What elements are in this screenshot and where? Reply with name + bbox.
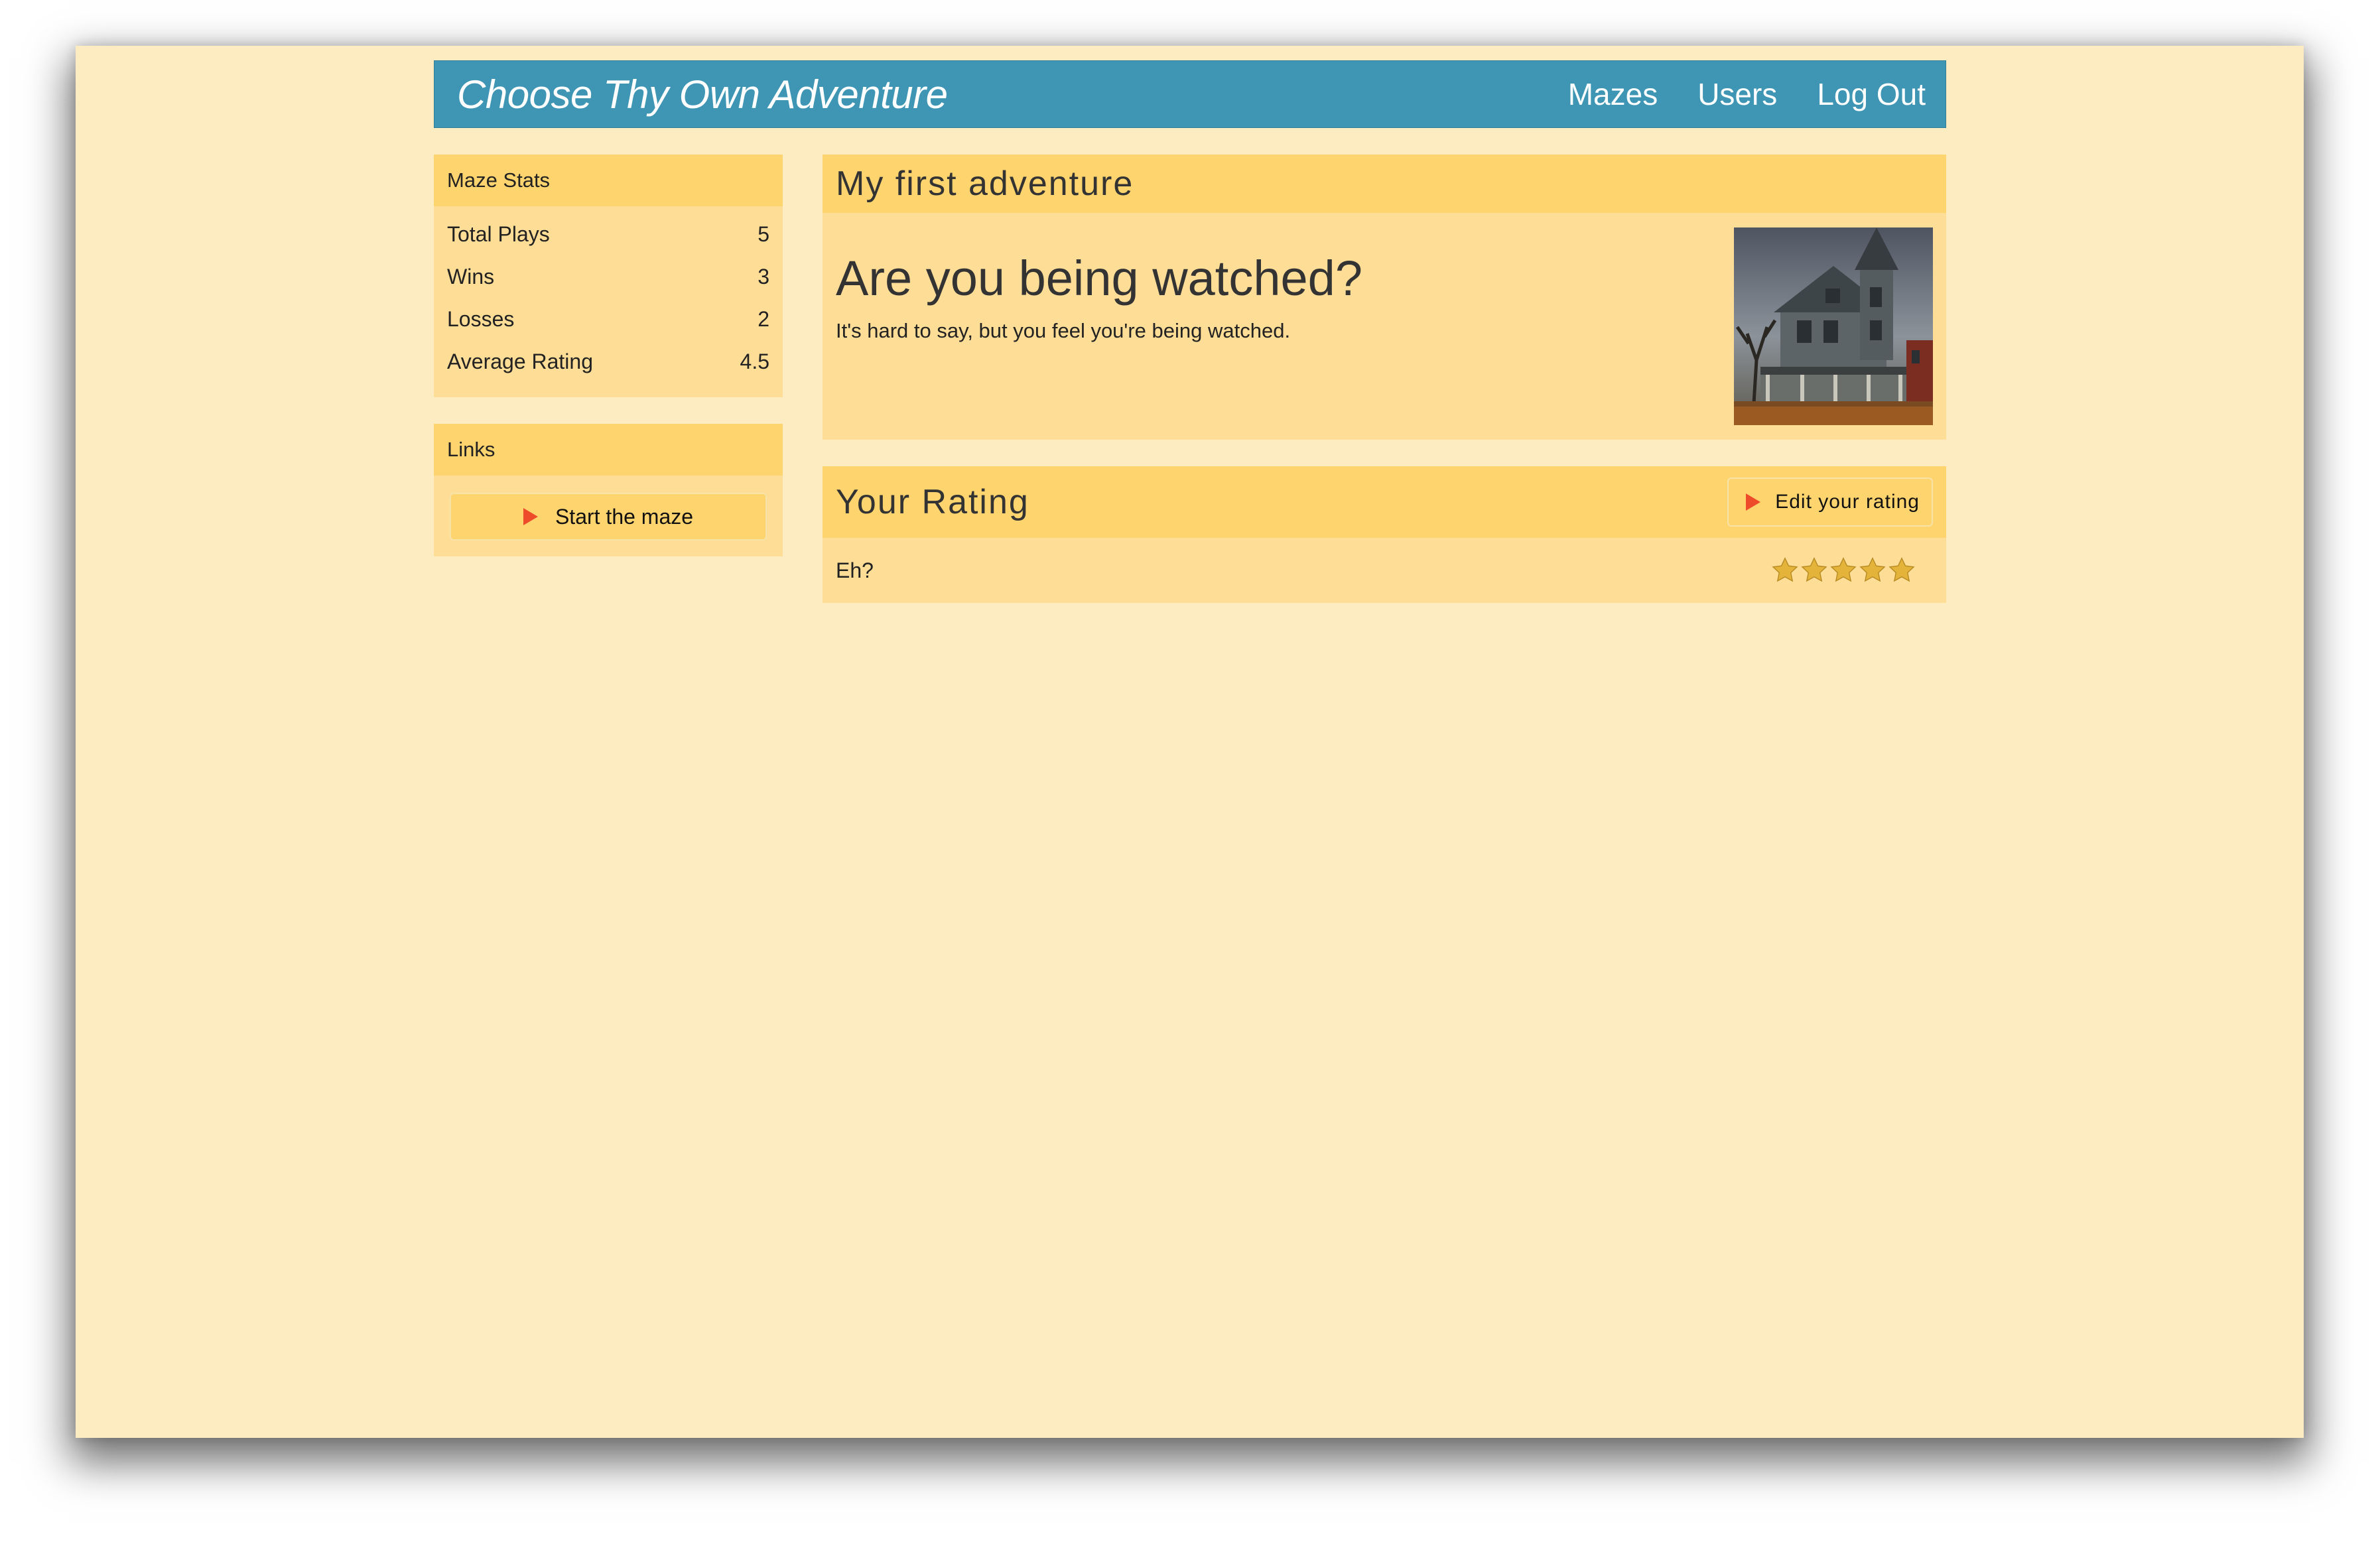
stat-value: 3 xyxy=(758,265,769,289)
star-icon[interactable] xyxy=(1888,556,1916,584)
rating-panel: Your Rating Edit your rating Eh? xyxy=(823,466,1946,603)
page-container: Choose Thy Own Adventure Mazes Users Log… xyxy=(434,60,1946,603)
edit-rating-button[interactable]: Edit your rating xyxy=(1727,478,1933,527)
maze-stats-panel: Maze Stats Total Plays 5 Wins 3 Losses 2 xyxy=(434,155,783,397)
maze-stats-list: Total Plays 5 Wins 3 Losses 2 Average Ra… xyxy=(434,206,783,397)
star-rating[interactable] xyxy=(1771,556,1916,584)
stat-label: Average Rating xyxy=(447,350,593,373)
stat-value: 2 xyxy=(758,307,769,331)
edit-rating-label: Edit your rating xyxy=(1775,491,1920,513)
rating-header: Your Rating Edit your rating xyxy=(823,466,1946,538)
stat-row-total-plays: Total Plays 5 xyxy=(447,213,769,255)
star-icon[interactable] xyxy=(1800,556,1828,584)
stat-row-wins: Wins 3 xyxy=(447,255,769,298)
stat-value: 5 xyxy=(758,222,769,246)
links-panel: Links Start the maze xyxy=(434,424,783,556)
links-title: Links xyxy=(434,424,783,476)
rating-comment: Eh? xyxy=(836,558,874,582)
play-icon xyxy=(1746,493,1761,511)
nav-mazes-link[interactable]: Mazes xyxy=(1568,76,1658,112)
star-icon[interactable] xyxy=(1829,556,1857,584)
rating-body: Eh? xyxy=(823,538,1946,603)
main-content: My first adventure Are you being watched… xyxy=(823,155,1946,629)
start-maze-button[interactable]: Start the maze xyxy=(450,493,767,541)
adventure-title: My first adventure xyxy=(823,155,1946,213)
main-nav: Mazes Users Log Out xyxy=(1568,76,1926,112)
start-maze-label: Start the maze xyxy=(555,504,694,529)
adventure-body: Are you being watched? It's hard to say,… xyxy=(823,213,1946,440)
maze-stats-title: Maze Stats xyxy=(434,155,783,206)
browser-window: Choose Thy Own Adventure Mazes Users Log… xyxy=(76,46,2304,1438)
stat-row-average-rating: Average Rating 4.5 xyxy=(447,340,769,383)
room-description: It's hard to say, but you feel you're be… xyxy=(836,319,1291,342)
room-question: Are you being watched? xyxy=(836,251,1362,306)
stat-label: Wins xyxy=(447,265,495,289)
nav-logout-link[interactable]: Log Out xyxy=(1817,76,1926,112)
sidebar: Maze Stats Total Plays 5 Wins 3 Losses 2 xyxy=(434,155,783,583)
play-icon xyxy=(523,508,538,525)
stat-label: Total Plays xyxy=(447,222,550,246)
star-icon[interactable] xyxy=(1771,556,1799,584)
nav-users-link[interactable]: Users xyxy=(1697,76,1777,112)
stat-value: 4.5 xyxy=(740,350,769,373)
site-brand-link[interactable]: Choose Thy Own Adventure xyxy=(457,72,948,117)
stat-label: Losses xyxy=(447,307,515,331)
adventure-panel: My first adventure Are you being watched… xyxy=(823,155,1946,440)
stat-row-losses: Losses 2 xyxy=(447,298,769,340)
star-icon[interactable] xyxy=(1859,556,1886,584)
rating-title: Your Rating xyxy=(836,483,1029,521)
haunted-house-image xyxy=(1734,227,1933,425)
links-body: Start the maze xyxy=(434,476,783,556)
site-header: Choose Thy Own Adventure Mazes Users Log… xyxy=(434,60,1946,128)
